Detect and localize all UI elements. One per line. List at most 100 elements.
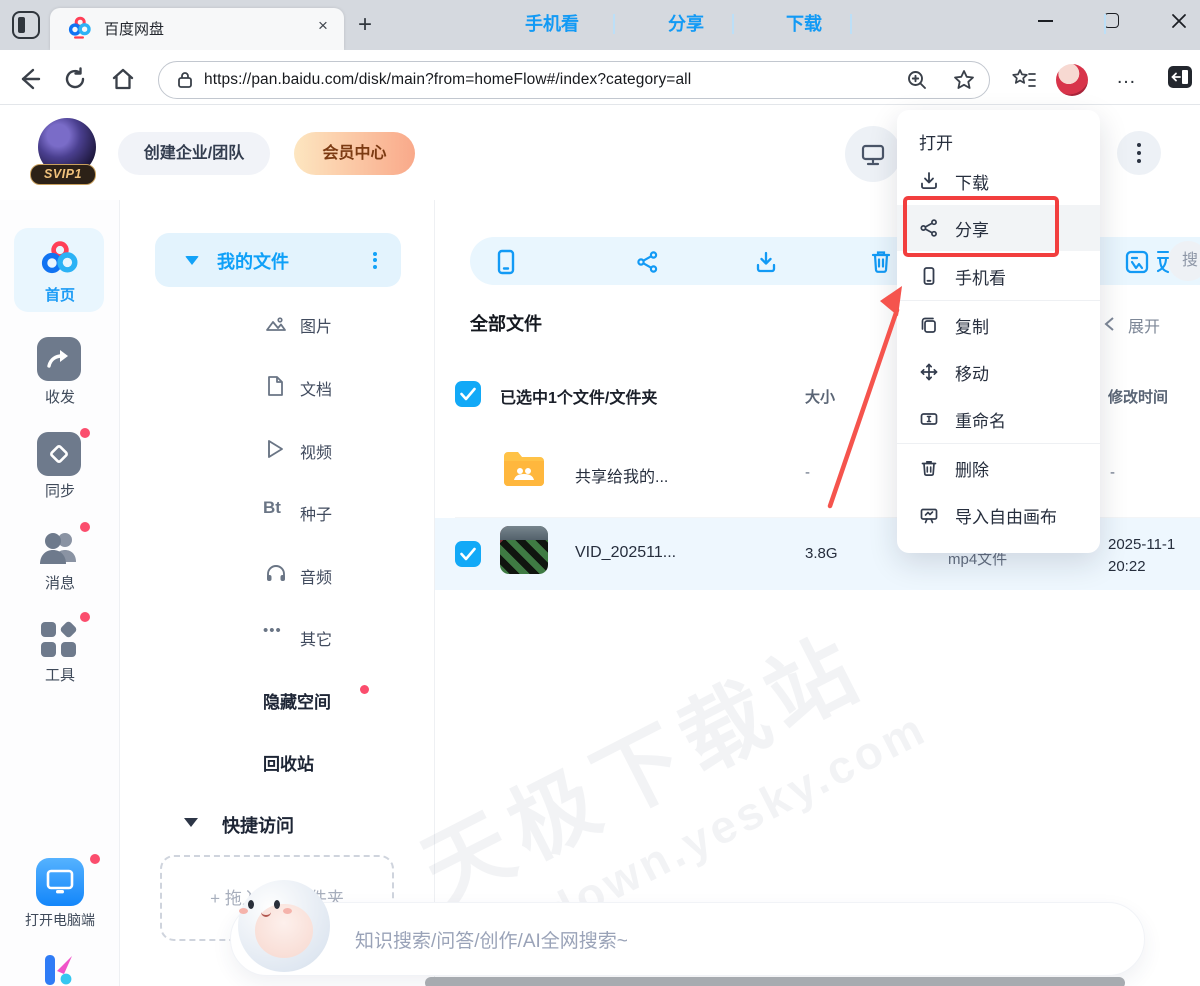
canvas-easel-icon xyxy=(919,505,939,525)
create-team-button[interactable]: 创建企业/团队 xyxy=(118,132,270,175)
quick-access-triangle-icon[interactable] xyxy=(184,818,198,827)
tools-badge xyxy=(80,612,90,622)
refresh-icon[interactable] xyxy=(62,66,88,92)
home-icon[interactable] xyxy=(110,66,136,92)
menu-item-copy[interactable]: 复制 xyxy=(897,302,1100,348)
tree-item-quick-access[interactable]: 快捷访问 xyxy=(222,812,294,838)
toolbar-share[interactable]: 分享 xyxy=(668,0,704,48)
tree-item-hidden-space[interactable]: 隐藏空间 xyxy=(263,688,331,713)
search-input[interactable]: 搜 xyxy=(1168,241,1200,281)
shared-folder-icon[interactable] xyxy=(500,448,548,490)
collapse-triangle-icon[interactable] xyxy=(185,256,199,265)
rail-label-tools[interactable]: 工具 xyxy=(0,664,120,685)
window-close-icon[interactable] xyxy=(1170,12,1188,30)
documents-icon xyxy=(265,375,285,397)
rail-label-home[interactable]: 首页 xyxy=(0,284,120,305)
window-maximize-icon[interactable] xyxy=(1104,13,1119,28)
tools-icon[interactable] xyxy=(37,618,81,662)
select-all-checkbox[interactable] xyxy=(455,381,481,407)
notes-icon[interactable] xyxy=(1156,249,1170,275)
selected-count: 已选中1个文件/文件夹 xyxy=(500,384,657,408)
share-icon[interactable] xyxy=(636,250,660,274)
video-thumbnail[interactable] xyxy=(500,526,548,574)
expand-toggle-icon[interactable] xyxy=(1102,316,1118,332)
images-icon xyxy=(265,313,287,335)
tab-title: 百度网盘 xyxy=(104,18,164,39)
url-text[interactable]: https://pan.baidu.com/disk/main?from=hom… xyxy=(204,71,691,89)
menu-item-phone-view[interactable]: 手机看 xyxy=(897,253,1100,299)
open-pc-client-label[interactable]: 打开电脑端 xyxy=(0,910,120,930)
zoom-page-icon[interactable] xyxy=(906,69,928,91)
ai-mascot-icon[interactable] xyxy=(236,878,332,976)
share-highlight-box xyxy=(903,196,1059,257)
messages-badge xyxy=(80,522,90,532)
browser-profile-avatar[interactable] xyxy=(1056,64,1088,96)
file-size: - xyxy=(805,464,810,481)
tree-item-videos[interactable]: 视频 xyxy=(300,439,332,463)
tree-item-torrents[interactable]: 种子 xyxy=(300,501,332,525)
tree-item-documents[interactable]: 文档 xyxy=(300,376,332,400)
messages-icon[interactable] xyxy=(34,528,84,568)
screencast-button[interactable] xyxy=(845,126,901,182)
rename-icon xyxy=(919,409,939,429)
my-files-more-icon[interactable] xyxy=(373,249,377,271)
menu-divider xyxy=(897,300,1100,301)
baidu-pan-logo-icon xyxy=(39,238,79,278)
window-minimize-icon[interactable] xyxy=(1038,20,1053,22)
album-icon[interactable] xyxy=(1124,249,1150,275)
baidu-pan-favicon-icon xyxy=(68,15,92,39)
ai-search-placeholder[interactable]: 知识搜索/问答/创作/AI全网搜索~ xyxy=(355,926,628,953)
bottom-scrollbar[interactable] xyxy=(425,977,1125,986)
toolbar-download[interactable]: 下载 xyxy=(786,0,822,48)
open-pc-client-button[interactable] xyxy=(36,858,84,906)
menu-item-rename[interactable]: 重命名 xyxy=(897,396,1100,442)
file-time-clock: 20:22 xyxy=(1108,558,1146,575)
rail-item-sync[interactable] xyxy=(37,432,81,476)
favorites-bar-icon[interactable] xyxy=(1010,66,1038,94)
partner-logo-icon xyxy=(42,952,76,986)
send-receive-icon xyxy=(45,346,73,372)
menu-item-delete[interactable]: 删除 xyxy=(897,445,1100,491)
tree-item-my-files[interactable]: 我的文件 xyxy=(155,233,401,287)
column-size[interactable]: 大小 xyxy=(805,386,835,407)
new-tab-icon[interactable]: + xyxy=(358,13,372,37)
favorite-star-icon[interactable] xyxy=(952,68,976,92)
toolbar-separator xyxy=(613,14,615,34)
file-name[interactable]: 共享给我的... xyxy=(575,463,668,487)
browser-tab[interactable] xyxy=(50,8,344,50)
tab-close-icon[interactable]: × xyxy=(318,17,328,35)
expand-link[interactable]: 展开 xyxy=(1128,313,1160,337)
pc-monitor-icon xyxy=(45,867,75,897)
row-checkbox[interactable] xyxy=(455,541,481,567)
delete-icon[interactable] xyxy=(869,249,893,275)
screencast-icon xyxy=(860,141,886,167)
tree-item-images[interactable]: 图片 xyxy=(300,313,332,337)
phone-view-icon[interactable] xyxy=(495,249,517,275)
toolbar-phone-view[interactable]: 手机看 xyxy=(525,0,579,48)
list-title: 全部文件 xyxy=(470,310,542,336)
tree-item-audio[interactable]: 音频 xyxy=(300,564,332,588)
header-more-button[interactable] xyxy=(1117,131,1161,175)
menu-item-move[interactable]: 移动 xyxy=(897,349,1100,395)
audio-icon xyxy=(265,563,287,583)
column-modified[interactable]: 修改时间 xyxy=(1108,386,1168,407)
file-time-date: 2025-11-1 xyxy=(1108,536,1175,553)
rail-item-transfer[interactable] xyxy=(37,337,81,381)
pc-client-badge xyxy=(90,854,100,864)
rail-label-messages[interactable]: 消息 xyxy=(0,572,120,593)
file-name[interactable]: VID_202511... xyxy=(575,544,676,562)
download-icon xyxy=(919,171,939,191)
file-time: - xyxy=(1110,464,1115,481)
sync-badge xyxy=(80,428,90,438)
vip-center-button[interactable]: 会员中心 xyxy=(294,132,415,175)
back-icon[interactable] xyxy=(16,66,42,92)
menu-item-import-canvas[interactable]: 导入自由画布 xyxy=(897,492,1100,538)
rail-label-transfer[interactable]: 收发 xyxy=(0,386,120,407)
download-icon[interactable] xyxy=(754,250,778,274)
browser-more-icon[interactable]: … xyxy=(1116,66,1137,89)
tree-item-recycle-bin[interactable]: 回收站 xyxy=(263,750,314,775)
workspaces-icon[interactable] xyxy=(12,11,40,39)
tree-item-other[interactable]: 其它 xyxy=(300,626,332,650)
sidebar-panel-icon[interactable] xyxy=(1168,66,1192,88)
rail-label-sync[interactable]: 同步 xyxy=(0,480,120,501)
